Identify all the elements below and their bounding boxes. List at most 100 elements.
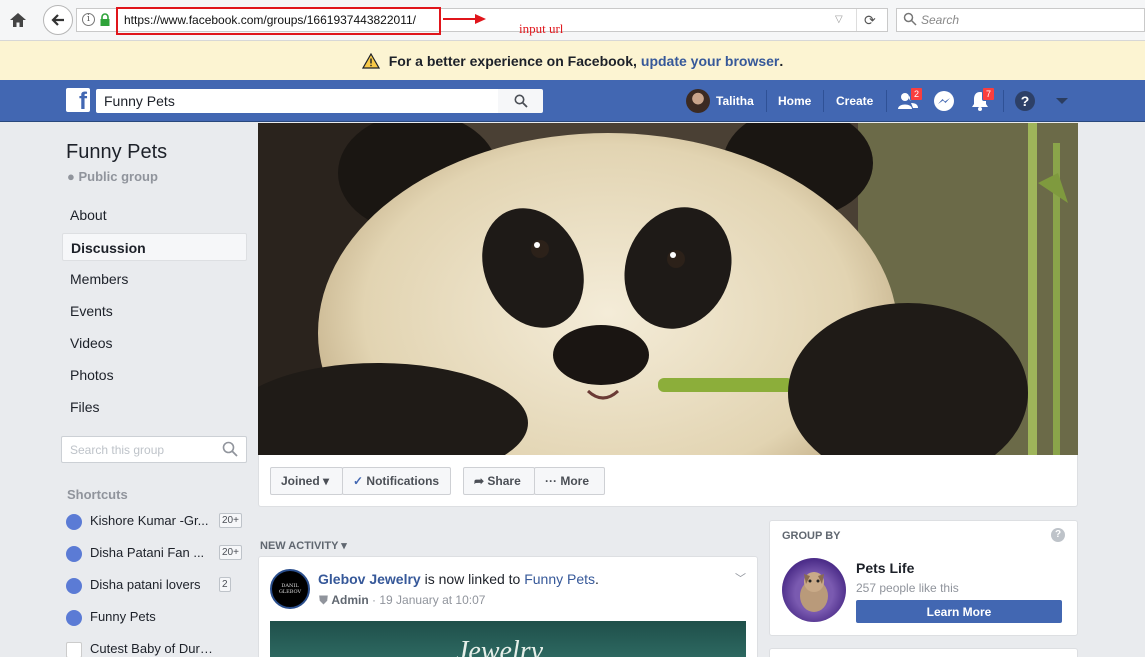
group-icon — [66, 546, 82, 562]
chevron-down-icon[interactable]: ﹀ — [735, 570, 746, 586]
joined-button[interactable]: Joined ▾ — [270, 467, 343, 495]
panda-cover-image — [258, 123, 1078, 455]
calendar-icon — [66, 642, 82, 657]
banner-text: For a better experience on Facebook, — [388, 52, 637, 69]
search-icon — [514, 94, 528, 108]
back-button[interactable] — [43, 5, 73, 35]
post-meta: ⛊ Admin · 19 January at 10:07 — [319, 593, 485, 608]
avatar[interactable] — [686, 89, 710, 113]
browser-search-placeholder: Search — [921, 13, 960, 27]
sidebar-item-events[interactable]: Events — [62, 297, 247, 325]
group-icon — [66, 610, 82, 626]
friend-requests-badge: 2 — [910, 87, 924, 101]
annotation-label: input url — [519, 21, 564, 36]
group-cover-photo[interactable] — [258, 123, 1078, 455]
group-search-placeholder: Search this group — [70, 443, 165, 457]
post-timestamp[interactable]: · 19 January at 10:07 — [369, 593, 485, 607]
home-icon[interactable] — [8, 10, 28, 30]
group-icon — [66, 514, 82, 530]
divider — [856, 9, 857, 31]
group-privacy-label: ● Public group — [67, 169, 158, 184]
admin-shield-icon: ⛊ — [319, 593, 329, 607]
shortcut-label: Cutest Baby of Durg-Bh... — [90, 641, 214, 656]
help-icon[interactable]: ? — [1013, 89, 1037, 113]
sidebar-item-photos[interactable]: Photos — [62, 361, 247, 389]
shortcut-label: Disha patani lovers — [90, 577, 201, 592]
notifications-badge: 7 — [982, 87, 996, 101]
shortcut-label: Funny Pets — [90, 609, 156, 624]
page-name-link[interactable]: Pets Life — [856, 560, 914, 576]
share-button[interactable]: ➦ Share — [463, 467, 535, 495]
shortcut-label: Disha Patani Fan ... — [90, 545, 205, 560]
sidebar-item-files[interactable]: Files — [62, 393, 247, 421]
divider — [823, 90, 824, 112]
notifications-label: Notifications — [366, 474, 440, 488]
page-likes-count: 257 people like this — [856, 581, 959, 595]
info-icon[interactable]: i — [82, 13, 95, 26]
sidebar-item-members[interactable]: Members — [62, 265, 247, 293]
lock-icon[interactable] — [99, 13, 111, 27]
create-link[interactable]: Create — [836, 94, 873, 108]
new-activity-heading[interactable]: NEW ACTIVITY ▾ — [260, 539, 347, 552]
banner-suffix: . — [779, 52, 784, 69]
help-icon[interactable]: ? — [1051, 528, 1065, 542]
post-end: . — [595, 571, 599, 587]
chevron-down-icon[interactable]: ▽ — [835, 14, 843, 25]
search-icon — [903, 12, 917, 26]
dog-icon — [800, 572, 828, 612]
search-icon[interactable] — [222, 441, 238, 457]
post-image-caption: Jewelry — [456, 636, 544, 657]
avatar[interactable]: DANIL GLEBOV — [270, 569, 310, 609]
share-arrow-icon: ➦ — [474, 474, 485, 488]
learn-more-button[interactable]: Learn More — [856, 600, 1062, 623]
group-title[interactable]: Funny Pets — [66, 141, 167, 164]
notifications-button[interactable]: ✓ Notifications — [342, 467, 451, 495]
new-activity-label: NEW ACTIVITY — [260, 540, 339, 552]
shortcut-label: Kishore Kumar -Gr... — [90, 513, 209, 528]
svg-text:?: ? — [1021, 93, 1030, 109]
search-button[interactable] — [498, 89, 543, 113]
caret-down-icon: ▾ — [323, 474, 330, 488]
update-browser-link[interactable]: update your browser — [641, 53, 779, 69]
admin-badge: Admin — [331, 593, 369, 607]
shortcuts-heading: Shortcuts — [67, 487, 128, 502]
group-by-heading: GROUP BY — [782, 530, 841, 542]
arrow-left-icon — [51, 14, 64, 26]
divider — [1003, 90, 1004, 112]
shortcut-count: 2 — [219, 577, 231, 592]
globe-icon: ● — [67, 169, 75, 184]
author-link[interactable]: Glebov Jewelry — [318, 571, 421, 587]
browser-warning-banner: For a better experience on Facebook, upd… — [0, 41, 1145, 80]
sidebar-item-videos[interactable]: Videos — [62, 329, 247, 357]
divider — [886, 90, 887, 112]
more-label: More — [560, 474, 590, 488]
shortcut-count: 20+ — [219, 513, 242, 528]
profile-link[interactable]: Talitha — [716, 94, 754, 108]
reload-icon[interactable]: ⟳ — [864, 12, 876, 29]
messenger-icon[interactable] — [932, 89, 956, 113]
post-headline: Glebov Jewelry is now linked to Funny Pe… — [318, 571, 599, 587]
post-connector: is now linked to — [420, 571, 525, 587]
group-icon — [66, 578, 82, 594]
sidebar-card — [769, 648, 1078, 657]
facebook-logo-icon[interactable]: f — [66, 88, 90, 112]
avatar[interactable] — [782, 558, 846, 622]
warning-icon — [361, 52, 380, 69]
annotation-arrow — [443, 14, 486, 24]
more-button[interactable]: ··· More — [534, 467, 605, 495]
checkmark-icon: ✓ — [353, 474, 364, 488]
sidebar-item-discussion[interactable]: Discussion — [62, 233, 247, 261]
divider — [766, 90, 767, 112]
group-link[interactable]: Funny Pets — [524, 571, 595, 587]
url-text[interactable]: https://www.facebook.com/groups/16619374… — [124, 13, 416, 27]
caret-down-icon[interactable] — [1050, 89, 1074, 113]
joined-label: Joined — [281, 474, 320, 488]
share-label: Share — [487, 474, 521, 488]
caret-down-icon: ▾ — [341, 540, 347, 552]
group-type-text: Public group — [78, 169, 158, 184]
ellipsis-icon: ··· — [545, 474, 557, 488]
sidebar-item-about[interactable]: About — [62, 201, 247, 229]
home-link[interactable]: Home — [778, 94, 811, 108]
facebook-search-input[interactable]: Funny Pets — [96, 89, 498, 113]
shortcut-count: 20+ — [219, 545, 242, 560]
